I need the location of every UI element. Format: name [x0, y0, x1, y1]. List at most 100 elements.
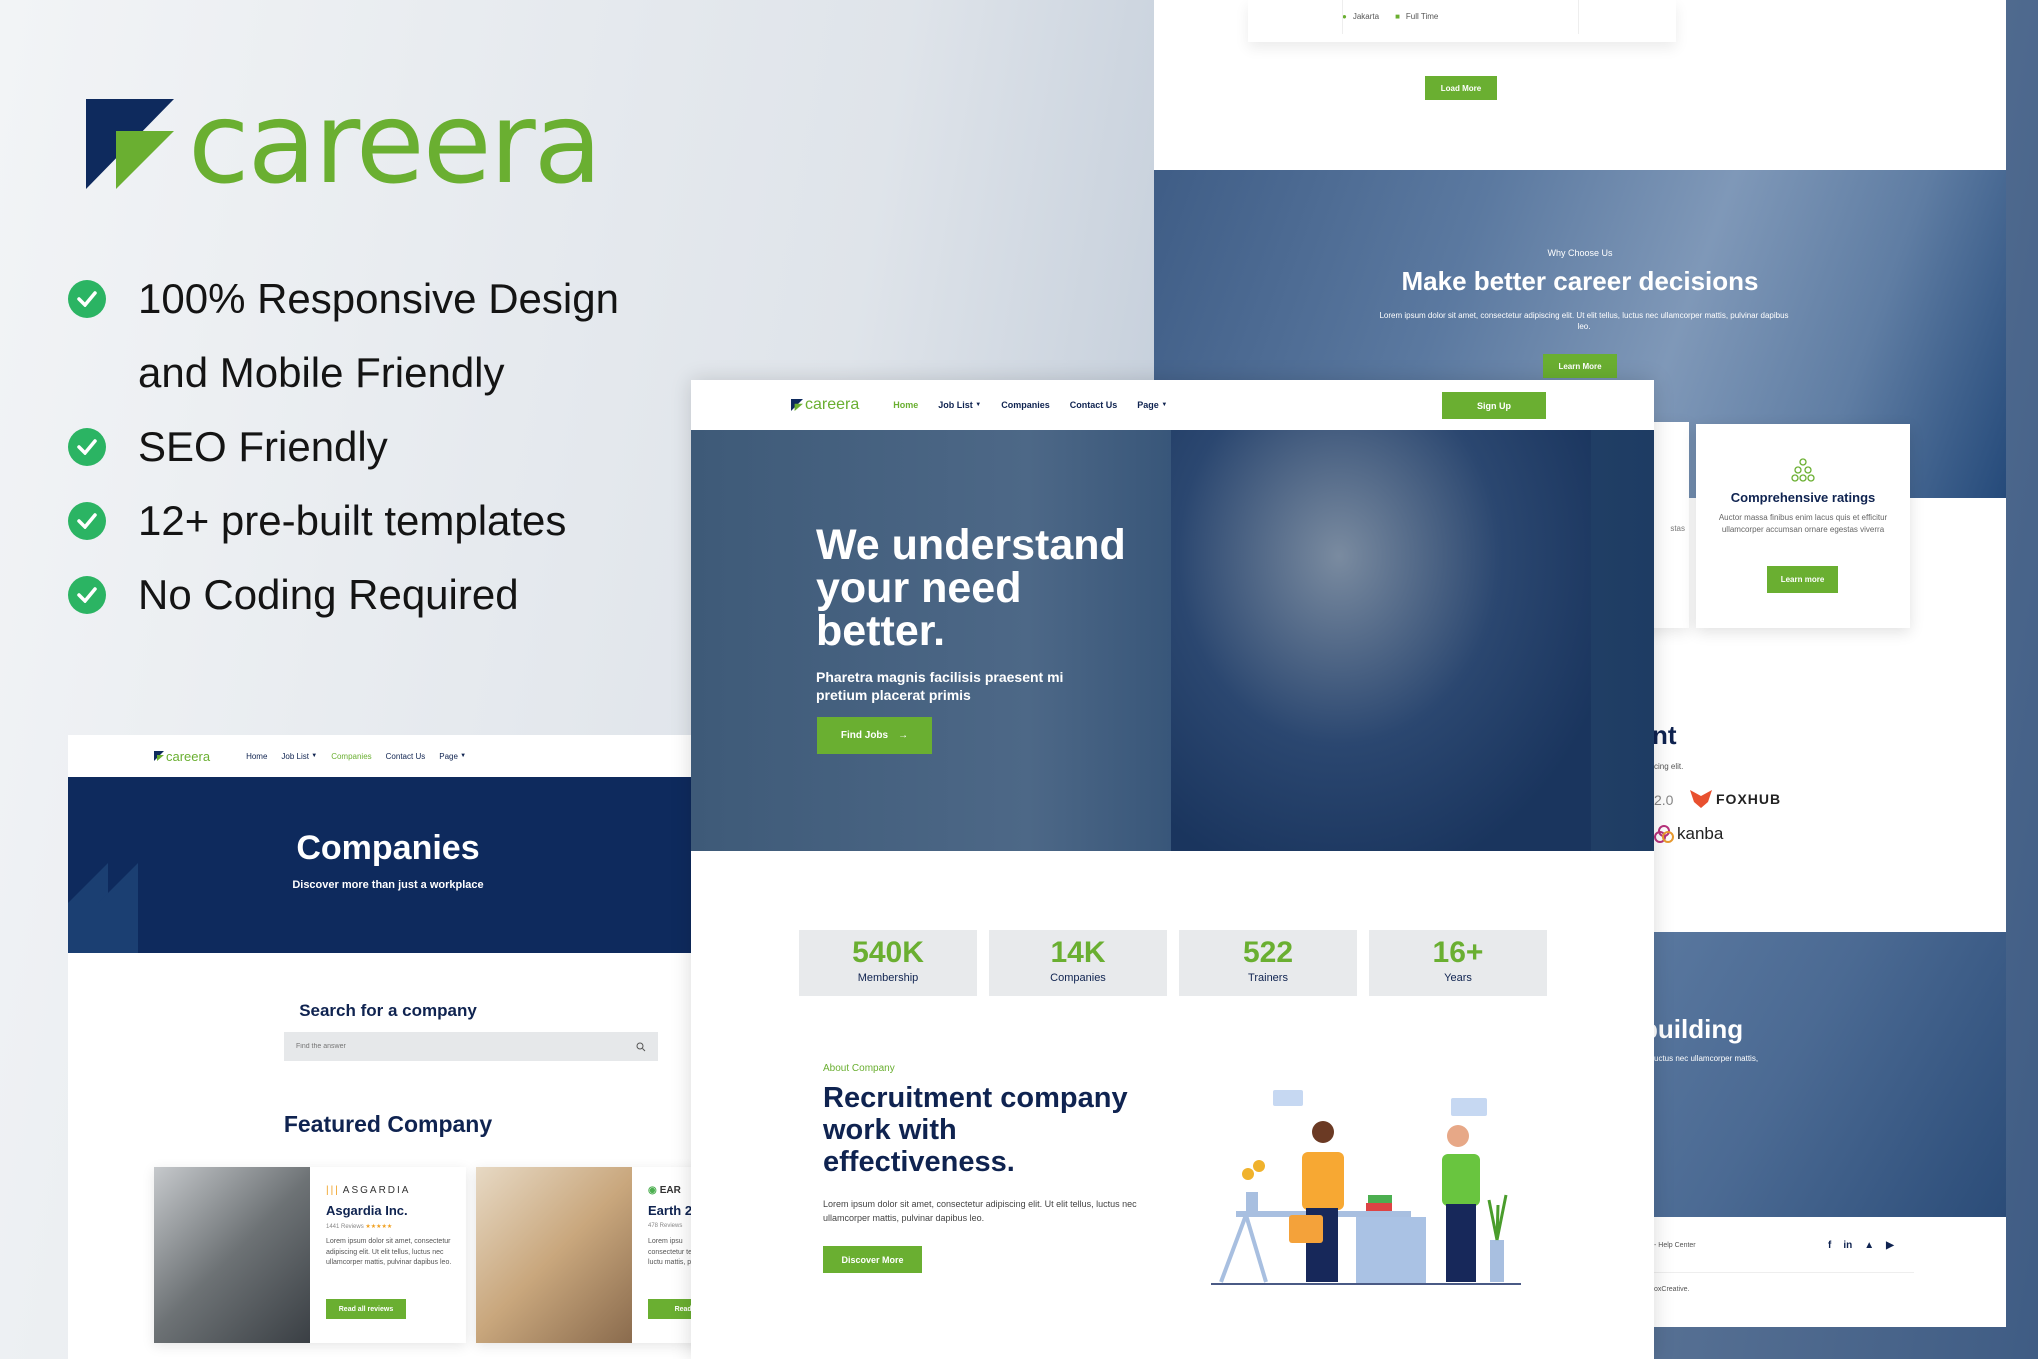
copyright-partial: oxCreative. [1654, 1286, 1690, 1293]
chevron-down-icon: ▼ [311, 753, 318, 759]
partner-logo: 2.0 [1654, 792, 1674, 808]
job-card[interactable]: ● Jakarta ■ Full Time [1248, 0, 1676, 42]
companies-banner: Companies Discover more than just a work… [68, 777, 708, 953]
find-jobs-button[interactable]: Find Jobs → [817, 717, 932, 754]
company-photo [154, 1167, 310, 1343]
banner-title: Companies [296, 829, 480, 867]
read-reviews-button[interactable]: Read all reviews [326, 1299, 406, 1319]
rating-card-text: Auctor massa finibus enim lacus quis et … [1718, 513, 1888, 534]
nav-page[interactable]: Page ▼ [439, 752, 466, 761]
facebook-icon[interactable]: f [1828, 1240, 1831, 1251]
search-input[interactable] [296, 1043, 636, 1050]
company-reviews: 478 Reviews [648, 1223, 683, 1229]
feature-item: SEO Friendly [68, 410, 619, 484]
fox-icon [1690, 790, 1712, 808]
discover-more-button[interactable]: Discover More [823, 1246, 922, 1273]
about-text: Lorem ipsum dolor sit amet, consectetur … [823, 1199, 1137, 1223]
company-reviews: 1441 Reviews ★★★★★ [326, 1224, 393, 1230]
nav-job-list[interactable]: Job List ▼ [281, 752, 317, 761]
feature-list: 100% Responsive Design and Mobile Friend… [68, 262, 619, 632]
chevron-down-icon: ▼ [975, 402, 982, 408]
team-illustration [1211, 1090, 1521, 1285]
nav-contact[interactable]: Contact Us [1070, 400, 1118, 410]
hero-person-image [1171, 430, 1591, 851]
feature-text: 100% Responsive Design [138, 275, 619, 322]
learn-more-button[interactable]: Learn more [1767, 566, 1838, 593]
preview-page-home-main: careera Home Job List ▼ Companies Contac… [691, 380, 1654, 1359]
hero-subtitle: Pharetra magnis facilisis praesent mi pr… [816, 669, 1064, 703]
linkedin-icon[interactable]: in [1843, 1240, 1852, 1251]
nav-companies[interactable]: Companies [1001, 400, 1050, 410]
feature-text: No Coding Required [138, 571, 519, 618]
company-card: ||| ASGARDIA Asgardia Inc. 1441 Reviews ★… [154, 1167, 466, 1343]
hero-title: We understand your need better. [816, 521, 1126, 655]
brand-mark-icon [791, 399, 803, 411]
stats-row: 540K Membership 14K Companies 522 Trainers … [799, 930, 1547, 996]
brand-mark-icon [86, 99, 174, 189]
job-type: Full Time [1405, 12, 1439, 21]
company-logo: ||| ASGARDIA [326, 1185, 411, 1196]
banner-subtitle: Discover more than just a workplace [292, 879, 484, 891]
about-title: Recruitment company work with effectiven… [823, 1082, 1128, 1178]
sign-up-button[interactable]: Sign Up [1442, 392, 1546, 419]
feature-item: 12+ pre-built templates [68, 484, 619, 558]
briefcase-icon: ■ [1395, 12, 1400, 21]
partners-sub-partial: cing elit. [1654, 762, 1684, 771]
why-text: Lorem ipsum dolor sit amet, consectetur … [1379, 311, 1789, 332]
why-title: Make better career decisions [1401, 266, 1759, 296]
social-links: f in ▲ ▶ [1828, 1240, 1894, 1251]
company-photo [476, 1167, 632, 1343]
nav-page[interactable]: Page ▼ [1137, 400, 1167, 410]
twitter-icon[interactable]: ▲ [1864, 1240, 1874, 1251]
company-name: Earth 2 [648, 1203, 693, 1218]
stat-card: 14K Companies [989, 930, 1167, 996]
company-text: Lorem ipsum dolor sit amet, consectetur … [326, 1238, 452, 1266]
brand-name: careera [188, 79, 602, 209]
search-title: Search for a company [299, 1001, 477, 1020]
feature-item: No Coding Required [68, 558, 619, 632]
arrow-right-icon: → [898, 730, 909, 741]
stat-card: 522 Trainers [1179, 930, 1357, 996]
brand-name: careera [166, 748, 211, 764]
nav-home[interactable]: Home [246, 752, 267, 761]
rating-card: Comprehensive ratings Auctor massa finib… [1696, 424, 1910, 628]
nav-job-list[interactable]: Job List ▼ [938, 400, 981, 410]
partner-logo-kanba: kanba [1654, 824, 1723, 844]
nav-home[interactable]: Home [893, 400, 918, 410]
chevron-down-icon: ▼ [460, 753, 467, 759]
star-rating: ★★★★★ [365, 1224, 393, 1230]
search-icon[interactable] [636, 1042, 646, 1052]
company-logo: ◉ EAR [648, 1185, 681, 1196]
chevron-down-icon: ▼ [1161, 402, 1168, 408]
site-header: careera Home Job List ▼ Companies Contac… [68, 735, 708, 777]
check-icon [68, 280, 106, 318]
rating-card-title: Comprehensive ratings [1730, 490, 1876, 505]
check-icon [68, 428, 106, 466]
company-name: Asgardia Inc. [326, 1203, 408, 1218]
load-more-button[interactable]: Load More [1425, 76, 1497, 100]
feature-text: 12+ pre-built templates [138, 497, 567, 544]
nav-contact[interactable]: Contact Us [386, 752, 426, 761]
partner-logo-foxhub: FOXHUB [1690, 790, 1781, 808]
brand-name: careera [805, 396, 860, 413]
building-text-partial: uctus nec ullamcorper mattis, [1654, 1054, 1759, 1063]
learn-more-button[interactable]: Learn More [1543, 354, 1617, 378]
help-center-link[interactable]: - Help Center [1654, 1242, 1696, 1249]
check-icon [68, 502, 106, 540]
featured-title: Featured Company [283, 1111, 493, 1137]
nav-companies[interactable]: Companies [331, 752, 371, 761]
brand-logo: careera [86, 79, 602, 209]
youtube-icon[interactable]: ▶ [1886, 1240, 1894, 1251]
feature-item-continued: and Mobile Friendly [68, 336, 619, 410]
feature-text: SEO Friendly [138, 423, 388, 470]
footer-divider [1654, 1272, 1914, 1273]
card-text-partial: stas [1670, 524, 1685, 533]
job-location: Jakarta [1352, 12, 1380, 21]
kanba-icon [1654, 825, 1674, 843]
about-eyebrow: About Company [823, 1063, 895, 1074]
hero-section: We understand your need better. Pharetra… [691, 430, 1654, 851]
feature-item: 100% Responsive Design [68, 262, 619, 336]
building-title-partial: building [1642, 1014, 1744, 1044]
decor-shape-icon [68, 863, 138, 953]
company-search[interactable] [284, 1032, 658, 1061]
